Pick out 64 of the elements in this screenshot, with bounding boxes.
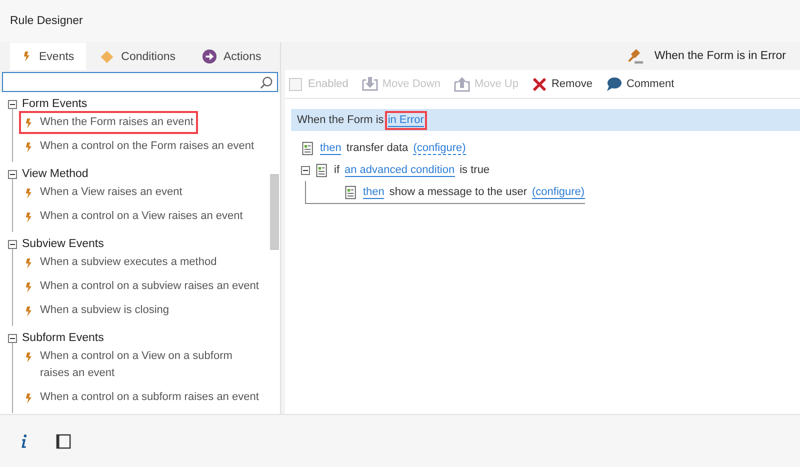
rule-link[interactable]: then (320, 142, 342, 154)
search-field[interactable] (2, 72, 278, 92)
lightning-icon (24, 186, 34, 201)
minus-icon (8, 100, 17, 108)
rule-link[interactable]: (configure) (532, 186, 585, 198)
document-icon (301, 140, 315, 156)
group-label[interactable]: Subview Events (22, 238, 104, 250)
tree-item[interactable]: When a control on a subform raises an event (19, 386, 264, 409)
scrollbar[interactable] (270, 174, 279, 250)
window-title: Rule Designer (10, 15, 83, 27)
arrow-circle-icon (202, 49, 217, 64)
download-arrow-icon (362, 76, 378, 92)
info-icon (20, 432, 28, 450)
collapse-button[interactable] (8, 170, 17, 178)
tab[interactable]: Events (10, 43, 86, 70)
document-icon (344, 184, 358, 200)
collapse-button[interactable] (301, 166, 310, 174)
minus-icon (8, 240, 17, 248)
tab[interactable]: Actions (190, 43, 274, 70)
tree-item[interactable]: When a subview is closing (19, 299, 174, 322)
lightning-icon (22, 49, 32, 64)
collapse-button[interactable] (8, 334, 17, 342)
rule-text: When the Form is (297, 114, 384, 126)
panel-icon (56, 434, 71, 448)
lightning-icon (24, 304, 34, 319)
tab[interactable]: Conditions (88, 43, 188, 70)
toolbar-button[interactable]: Comment (606, 76, 674, 92)
minus-icon (8, 170, 17, 178)
rule-text: show a message to the user (389, 186, 527, 198)
rule-link[interactable]: an advanced condition (344, 164, 455, 176)
rule-text: is true (460, 164, 490, 176)
lightning-icon (24, 140, 34, 155)
collapse-button[interactable] (8, 240, 17, 248)
lightning-icon (24, 280, 34, 295)
lightning-icon (24, 350, 34, 365)
group-label[interactable]: View Method (22, 168, 88, 180)
rule-text: if (334, 164, 340, 176)
rule-text: transfer data (346, 142, 408, 154)
tree-item[interactable]: When a View raises an event (19, 181, 188, 204)
gavel-icon (627, 48, 644, 64)
minus-icon (301, 166, 310, 174)
group-label[interactable]: Subform Events (22, 332, 104, 344)
rule-link[interactable]: (configure) (413, 142, 466, 154)
lightning-icon (24, 116, 34, 131)
collapse-button[interactable] (8, 100, 17, 108)
rule-title: When the Form is in Error (654, 50, 786, 62)
lightning-icon (24, 210, 34, 225)
tree-item[interactable]: When a control on the Form raises an event (19, 135, 259, 158)
speech-bubble-icon (606, 76, 622, 92)
lightning-icon (24, 391, 34, 406)
toolbar-button[interactable]: Remove (532, 76, 592, 92)
document-icon (315, 162, 329, 178)
tree-item[interactable]: When a subview executes a method (19, 251, 222, 274)
lightning-icon (24, 256, 34, 271)
tree-item[interactable]: When the Form raises an event (19, 111, 198, 134)
tree-item[interactable]: When a control on a subview raises an event (19, 275, 264, 298)
rule-link[interactable]: then (363, 186, 384, 198)
tree-item[interactable]: When a control on a View raises an event (19, 205, 248, 228)
upload-arrow-icon (454, 76, 470, 92)
group-label[interactable]: Form Events (22, 98, 88, 110)
search-icon[interactable] (260, 76, 273, 88)
tree-item[interactable]: When a control on a View on a subform raises an event (19, 345, 264, 385)
minus-icon (8, 334, 17, 342)
cross-icon (532, 76, 548, 92)
